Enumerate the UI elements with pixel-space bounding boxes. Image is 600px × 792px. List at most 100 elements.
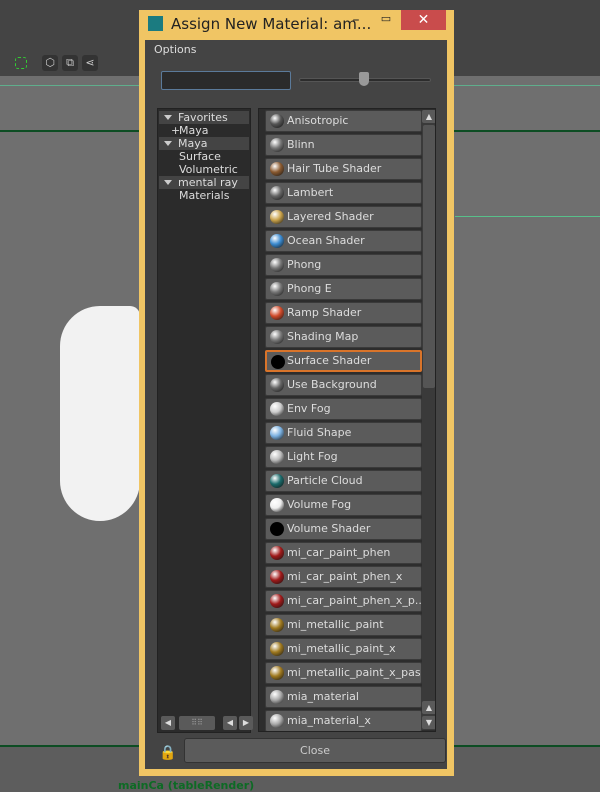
- material-item[interactable]: Anisotropic: [265, 110, 422, 132]
- material-label: Particle Cloud: [287, 474, 363, 487]
- material-label: Lambert: [287, 186, 334, 199]
- material-item[interactable]: mia_material_x: [265, 710, 422, 731]
- material-label: mi_metallic_paint_x_pas...: [287, 666, 422, 679]
- material-item[interactable]: Ramp Shader: [265, 302, 422, 324]
- material-swatch-icon: [270, 618, 284, 632]
- material-item[interactable]: Shading Map: [265, 326, 422, 348]
- material-item[interactable]: Blinn: [265, 134, 422, 156]
- material-item[interactable]: Volume Shader: [265, 518, 422, 540]
- material-item[interactable]: mi_car_paint_phen_x: [265, 566, 422, 588]
- material-swatch-icon: [270, 474, 284, 488]
- material-item[interactable]: Phong E: [265, 278, 422, 300]
- scroll-thumb[interactable]: ⠿⠿: [179, 716, 215, 730]
- cube-icon[interactable]: ⬡: [42, 55, 58, 71]
- scroll-up-button[interactable]: ▲: [422, 110, 435, 123]
- material-label: mia_material: [287, 690, 359, 703]
- overlap-icon[interactable]: ⧉: [62, 55, 78, 71]
- list-vertical-scrollbar[interactable]: ▲ ▲ ▼: [422, 110, 435, 730]
- scroll-right-button[interactable]: ▶: [239, 716, 253, 730]
- tree-item-surface[interactable]: Surface: [159, 150, 249, 163]
- material-label: Use Background: [287, 378, 377, 391]
- tree-item-volumetric[interactable]: Volumetric: [159, 163, 249, 176]
- options-menu[interactable]: Options: [154, 43, 196, 56]
- tree-label: Maya: [178, 137, 208, 150]
- material-item[interactable]: mi_metallic_paint_x_pas...: [265, 662, 422, 684]
- material-swatch-icon: [270, 162, 284, 176]
- material-label: Fluid Shape: [287, 426, 352, 439]
- cylinder-object: [60, 306, 140, 521]
- maximize-button[interactable]: ▭: [371, 12, 401, 32]
- scroll-thumb[interactable]: [423, 125, 435, 388]
- material-swatch-icon: [270, 546, 284, 560]
- scroll-left-button[interactable]: ◀: [161, 716, 175, 730]
- material-label: mi_car_paint_phen: [287, 546, 391, 559]
- window-content: Options Favorites + Maya Maya Surface Volumet…: [145, 40, 447, 769]
- material-item[interactable]: Env Fog: [265, 398, 422, 420]
- material-label: Layered Shader: [287, 210, 374, 223]
- tree-horizontal-scrollbar[interactable]: ◀ ⠿⠿ ◀ ▶: [161, 716, 253, 730]
- tree-label: Surface: [179, 150, 221, 163]
- slider-thumb[interactable]: [358, 72, 369, 86]
- material-item[interactable]: Layered Shader: [265, 206, 422, 228]
- scroll-left-button-2[interactable]: ◀: [223, 716, 237, 730]
- material-swatch-icon: [270, 522, 284, 536]
- material-item[interactable]: Lambert: [265, 182, 422, 204]
- material-item[interactable]: mi_metallic_paint_x: [265, 638, 422, 660]
- material-label: Blinn: [287, 138, 315, 151]
- material-item[interactable]: mi_car_paint_phen_x_p...: [265, 590, 422, 612]
- material-item[interactable]: mia_material: [265, 686, 422, 708]
- material-item[interactable]: Volume Fog: [265, 494, 422, 516]
- select-tool-icon[interactable]: [15, 57, 27, 69]
- tree-header-maya[interactable]: Maya: [159, 137, 249, 150]
- material-swatch-icon: [270, 642, 284, 656]
- material-label: Shading Map: [287, 330, 359, 343]
- minimize-button[interactable]: –: [341, 12, 371, 32]
- material-label: Volume Fog: [287, 498, 352, 511]
- material-swatch-icon: [270, 306, 284, 320]
- material-swatch-icon: [270, 234, 284, 248]
- material-label: Hair Tube Shader: [287, 162, 382, 175]
- title-bar[interactable]: Assign New Material: am... – ▭ ✕: [139, 10, 454, 38]
- material-item[interactable]: mi_metallic_paint: [265, 614, 422, 636]
- material-swatch-icon: [270, 690, 284, 704]
- tree-header-favorites[interactable]: Favorites: [159, 111, 249, 124]
- material-item[interactable]: Hair Tube Shader: [265, 158, 422, 180]
- search-input[interactable]: [161, 71, 291, 90]
- material-label: Volume Shader: [287, 522, 371, 535]
- material-label: Phong E: [287, 282, 332, 295]
- material-label: Anisotropic: [287, 114, 349, 127]
- material-item[interactable]: Use Background: [265, 374, 422, 396]
- share-icon[interactable]: ⋖: [82, 55, 98, 71]
- material-item[interactable]: Fluid Shape: [265, 422, 422, 444]
- material-swatch-icon: [270, 498, 284, 512]
- material-label: Ramp Shader: [287, 306, 362, 319]
- material-item[interactable]: Phong: [265, 254, 422, 276]
- assign-material-window: Assign New Material: am... – ▭ ✕ Options…: [139, 10, 454, 776]
- material-item[interactable]: Surface Shader: [265, 350, 422, 372]
- tree-label: Materials: [179, 189, 230, 202]
- expand-icon[interactable]: +: [171, 124, 180, 137]
- tree-item-materials[interactable]: Materials: [159, 189, 249, 202]
- material-label: mia_material_x: [287, 714, 371, 727]
- material-swatch-icon: [270, 282, 284, 296]
- material-swatch-icon: [270, 114, 284, 128]
- lock-icon[interactable]: 🔒: [159, 745, 176, 761]
- tree-item-maya[interactable]: + Maya: [159, 124, 249, 137]
- tree-label: mental ray: [178, 176, 238, 189]
- tree-header-mental-ray[interactable]: mental ray: [159, 176, 249, 189]
- material-list: mia_material_x mia_material mi_metallic_pa…: [258, 108, 436, 732]
- material-item[interactable]: Light Fog: [265, 446, 422, 468]
- material-label: mi_car_paint_phen_x: [287, 570, 403, 583]
- material-item[interactable]: mi_car_paint_phen: [265, 542, 422, 564]
- material-item[interactable]: Particle Cloud: [265, 470, 422, 492]
- material-label: Env Fog: [287, 402, 331, 415]
- material-swatch-icon: [270, 450, 284, 464]
- material-swatch-icon: [270, 714, 284, 728]
- scroll-up-button-bottom[interactable]: ▲: [422, 701, 435, 714]
- close-button[interactable]: Close: [184, 738, 446, 763]
- scroll-down-button[interactable]: ▼: [422, 716, 435, 729]
- window-close-button[interactable]: ✕: [401, 10, 446, 30]
- material-label: mi_metallic_paint: [287, 618, 384, 631]
- panel-label: mainCa (tableRender): [118, 779, 255, 792]
- material-item[interactable]: Ocean Shader: [265, 230, 422, 252]
